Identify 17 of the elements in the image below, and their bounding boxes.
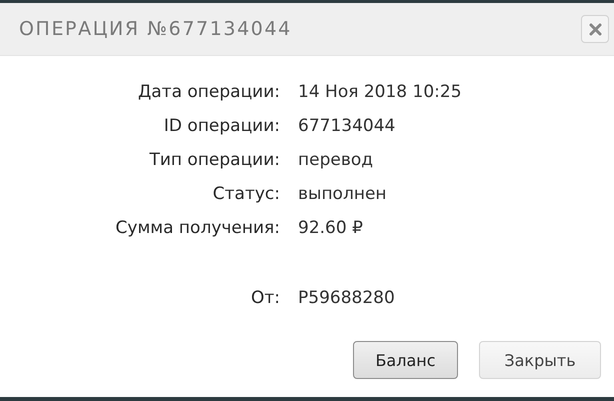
sender-value: P59688280 <box>298 287 396 310</box>
dialog-title: ОПЕРАЦИЯ №677134044 <box>19 18 292 40</box>
detail-label: Дата операции: <box>136 81 280 104</box>
dialog-button[interactable]: Закрыть <box>479 341 601 379</box>
detail-label: Статус: <box>212 183 280 206</box>
detail-label: Сумма получения: <box>114 217 280 240</box>
detail-value: 14 Ноя 2018 10:25 <box>298 81 463 104</box>
sender-label: От: <box>250 287 280 310</box>
close-button[interactable] <box>581 15 609 43</box>
detail-value: выполнен <box>298 183 388 206</box>
dialog-button[interactable]: Баланс <box>353 341 458 379</box>
detail-label: ID операции: <box>162 115 280 138</box>
detail-value: перевод <box>298 149 374 172</box>
detail-value: 677134044 <box>298 115 396 138</box>
close-icon <box>588 22 602 36</box>
detail-label: Тип операции: <box>148 149 280 172</box>
detail-value: 92.60 ₽ <box>298 217 364 240</box>
